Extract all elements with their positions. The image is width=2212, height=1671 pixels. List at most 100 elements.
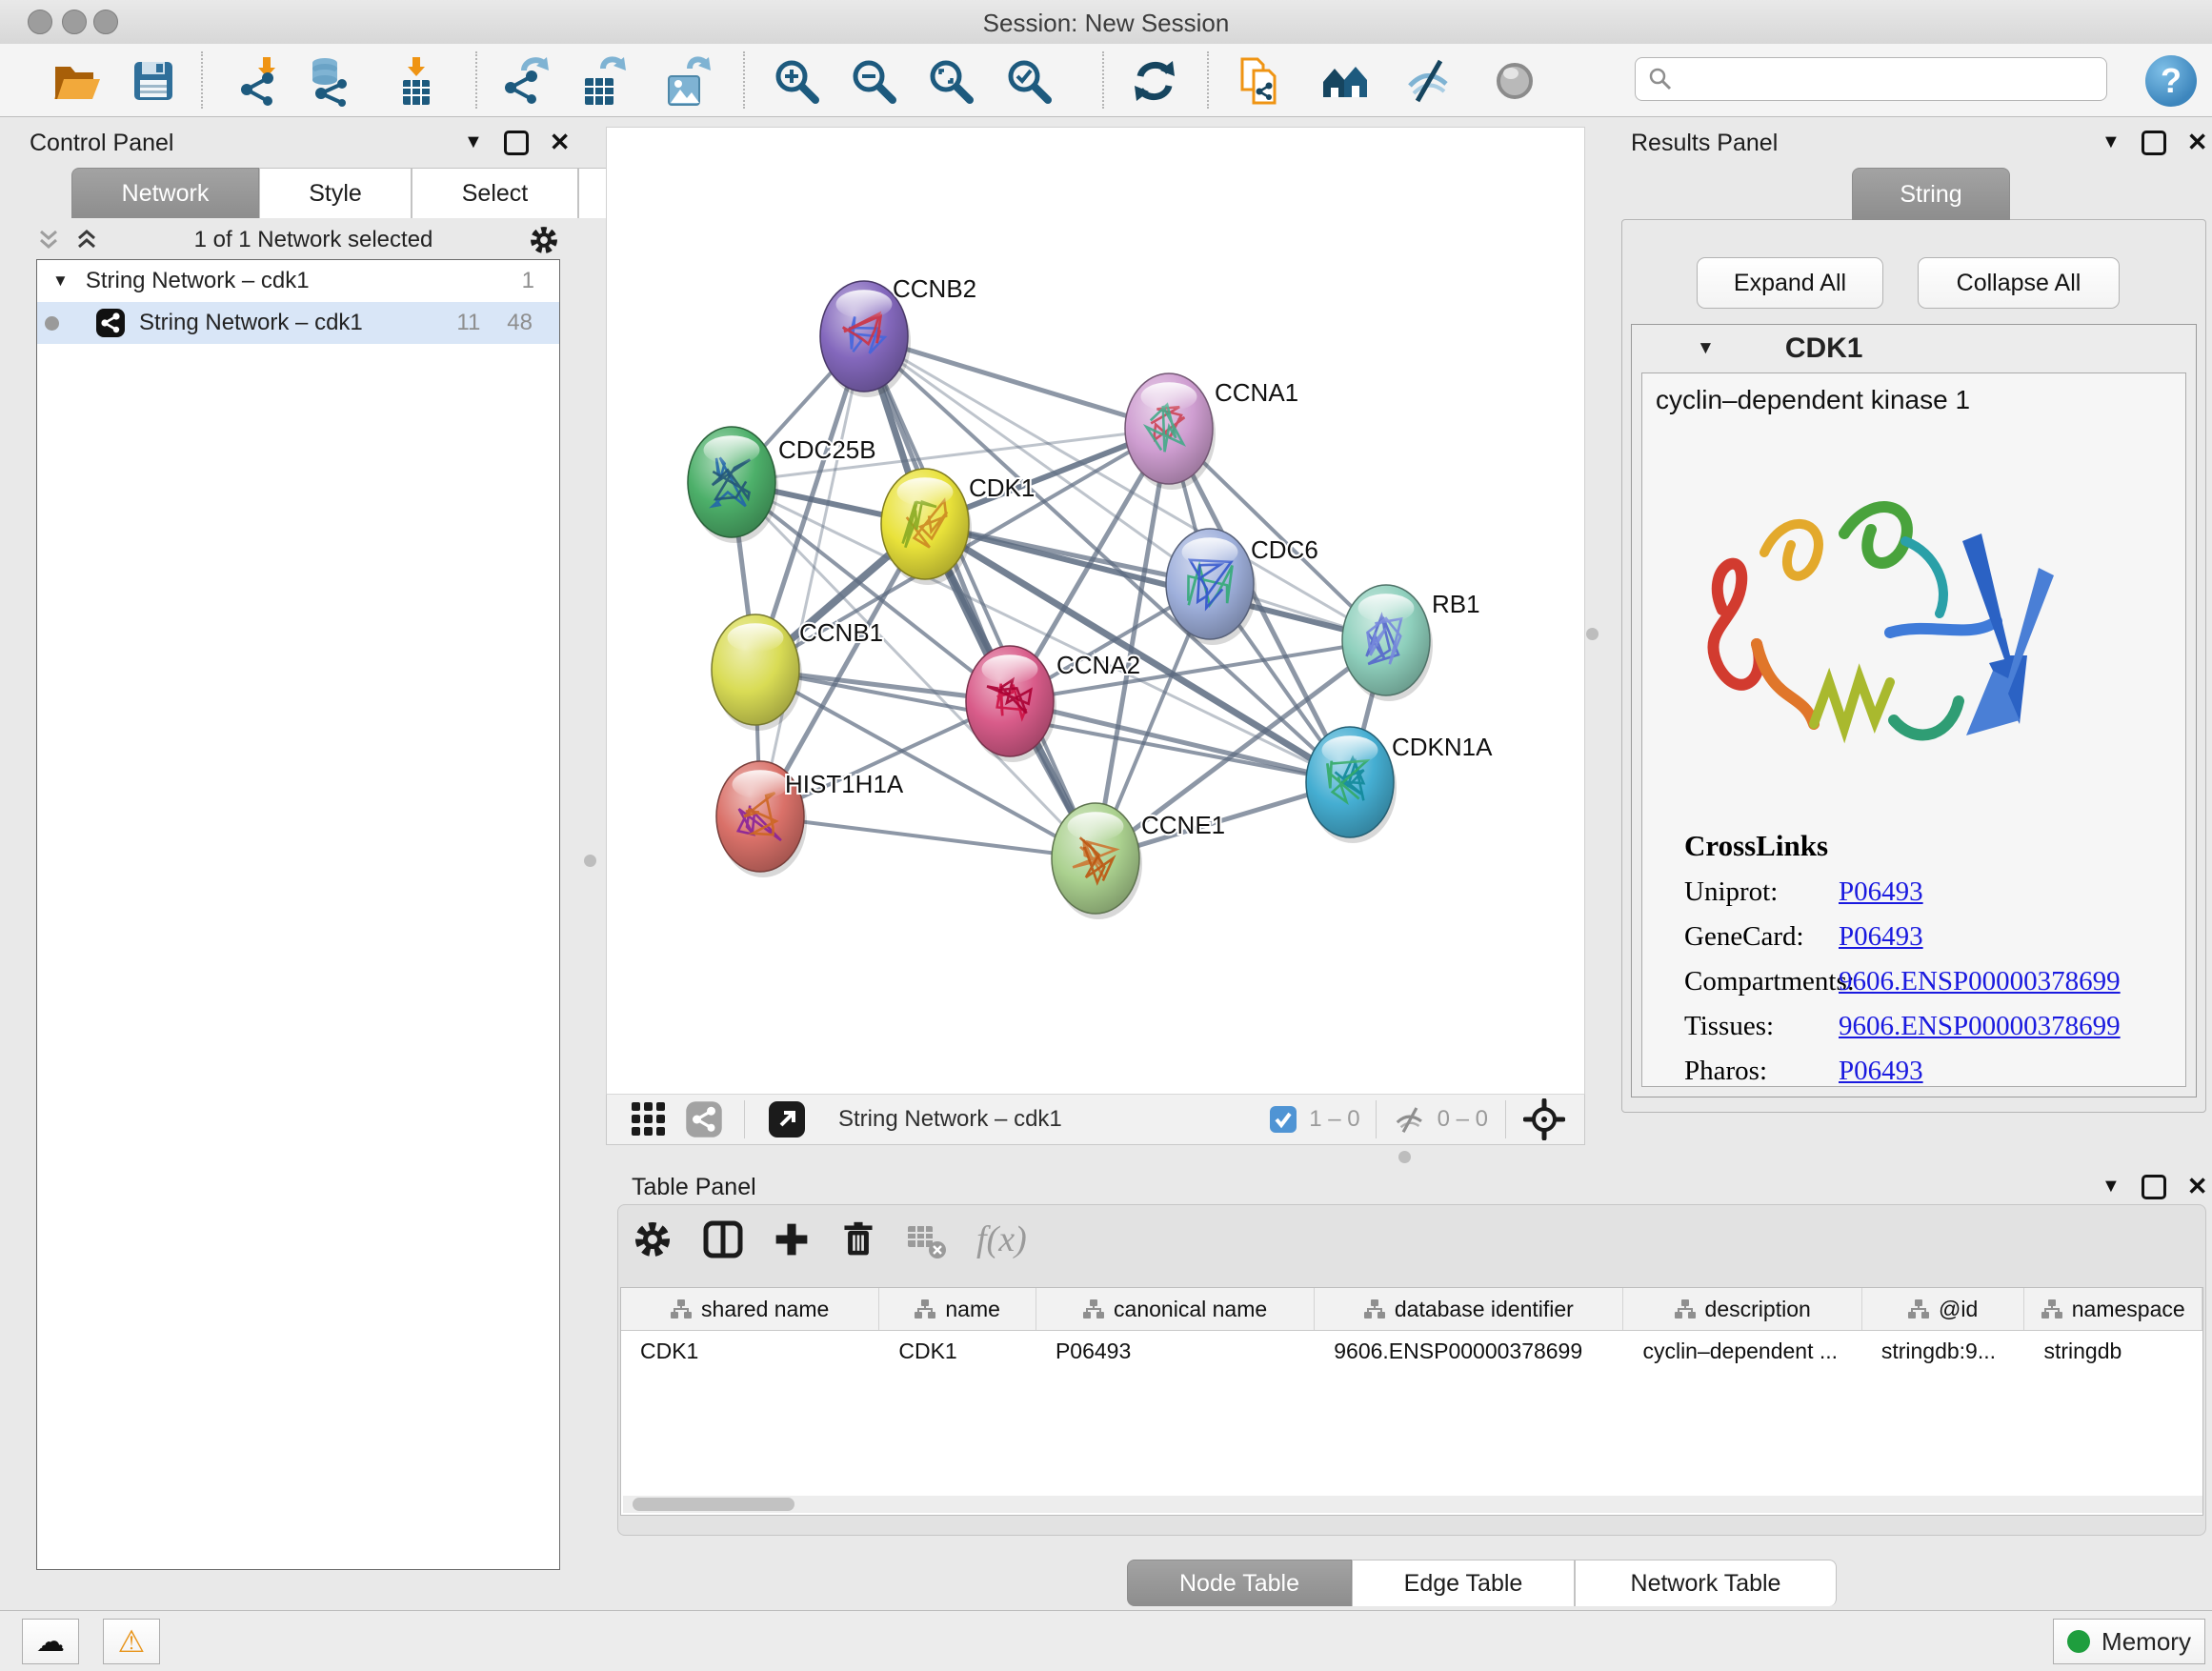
network-node-ccne1[interactable] bbox=[1052, 803, 1142, 919]
zoom-out-icon[interactable] bbox=[847, 54, 900, 108]
save-session-icon[interactable] bbox=[127, 54, 180, 108]
grid-view-icon[interactable] bbox=[630, 1100, 668, 1138]
results-panel-close-icon[interactable]: ✕ bbox=[2187, 128, 2208, 157]
network-node-cdkn1a[interactable] bbox=[1306, 727, 1397, 843]
tree-caret-icon[interactable]: ▼ bbox=[52, 272, 69, 291]
import-network-from-database-icon[interactable] bbox=[305, 54, 358, 108]
network-collection-row[interactable]: ▼ String Network – cdk1 1 bbox=[37, 260, 559, 302]
network-edge[interactable] bbox=[1010, 701, 1350, 782]
table-panel-close-icon[interactable]: ✕ bbox=[2187, 1172, 2208, 1201]
table-cell[interactable]: CDK1 bbox=[879, 1331, 1036, 1371]
crosslink-row: Tissues: 9606.ENSP00000378699 bbox=[1684, 1011, 2121, 1042]
column-header[interactable]: name bbox=[879, 1288, 1036, 1330]
clone-network-icon[interactable] bbox=[1234, 54, 1287, 108]
network-node-ccna2[interactable] bbox=[966, 646, 1056, 762]
crosslink-value-link[interactable]: P06493 bbox=[1839, 876, 1923, 908]
crosslink-value-link[interactable]: 9606.ENSP00000378699 bbox=[1839, 1011, 2121, 1042]
table-panel-float-icon[interactable] bbox=[2142, 1175, 2166, 1199]
tab-select[interactable]: Select bbox=[412, 168, 578, 218]
expand-all-button[interactable]: Expand All bbox=[1697, 257, 1883, 309]
network-node-rb1[interactable] bbox=[1342, 585, 1433, 701]
search-input[interactable] bbox=[1674, 65, 2106, 93]
selected-checkbox-icon[interactable] bbox=[1269, 1105, 1297, 1134]
crosslink-value-link[interactable]: P06493 bbox=[1839, 921, 1923, 953]
collapse-all-icon[interactable] bbox=[36, 230, 61, 251]
help-icon[interactable]: ? bbox=[2145, 55, 2197, 107]
import-table-from-file-icon[interactable] bbox=[390, 54, 443, 108]
gear-icon[interactable] bbox=[528, 224, 560, 256]
table-cell[interactable]: stringdb bbox=[2024, 1331, 2202, 1371]
export-image-icon[interactable] bbox=[660, 54, 714, 108]
export-network-icon[interactable] bbox=[498, 54, 552, 108]
network-edge[interactable] bbox=[760, 816, 1096, 858]
crosslink-value-link[interactable]: P06493 bbox=[1839, 1056, 1923, 1087]
memory-button[interactable]: Memory bbox=[2053, 1619, 2205, 1664]
memory-label: Memory bbox=[2101, 1627, 2191, 1657]
network-node-ccnb1[interactable] bbox=[712, 614, 802, 731]
column-header[interactable]: shared name bbox=[621, 1288, 879, 1330]
control-panel-menu-icon[interactable]: ▼ bbox=[464, 131, 483, 153]
column-header[interactable]: @id bbox=[1862, 1288, 2025, 1330]
crosslink-value-link[interactable]: 9606.ENSP00000378699 bbox=[1839, 966, 2121, 997]
column-header[interactable]: namespace bbox=[2024, 1288, 2202, 1330]
tab-node-table[interactable]: Node Table bbox=[1127, 1560, 1352, 1606]
network-thumbnail-icon[interactable] bbox=[685, 1100, 723, 1138]
right-splitter-handle[interactable] bbox=[1586, 628, 1599, 640]
cdk1-symbol: CDK1 bbox=[1785, 332, 1863, 365]
bottom-splitter-handle[interactable] bbox=[1398, 1151, 1411, 1163]
network-node-cdk1[interactable] bbox=[881, 469, 972, 585]
table-panel-menu-icon[interactable]: ▼ bbox=[2101, 1176, 2121, 1198]
zoom-selected-icon[interactable] bbox=[1002, 54, 1056, 108]
scrollbar-thumb[interactable] bbox=[633, 1498, 794, 1511]
import-network-from-file-icon[interactable] bbox=[234, 54, 288, 108]
column-header[interactable]: description bbox=[1623, 1288, 1861, 1330]
zoom-in-icon[interactable] bbox=[770, 54, 823, 108]
table-cell[interactable]: 9606.ENSP00000378699 bbox=[1315, 1331, 1623, 1371]
tab-network-table[interactable]: Network Table bbox=[1575, 1560, 1837, 1606]
home-icon[interactable] bbox=[1318, 54, 1372, 108]
table-row[interactable]: CDK1CDK1P064939606.ENSP00000378699cyclin… bbox=[621, 1331, 2202, 1371]
control-panel-float-icon[interactable] bbox=[504, 131, 529, 155]
main-toolbar: ? bbox=[0, 44, 2212, 117]
tab-network[interactable]: Network bbox=[71, 168, 259, 218]
export-table-icon[interactable] bbox=[575, 54, 629, 108]
show-graphics-details-icon[interactable] bbox=[1488, 54, 1541, 108]
column-header[interactable]: database identifier bbox=[1315, 1288, 1623, 1330]
add-column-icon[interactable] bbox=[773, 1218, 811, 1260]
cdk1-collapse-icon[interactable]: ▼ bbox=[1697, 338, 1715, 359]
detach-view-icon[interactable] bbox=[768, 1100, 806, 1138]
search-field[interactable] bbox=[1635, 57, 2107, 101]
control-panel-close-icon[interactable]: ✕ bbox=[550, 128, 571, 157]
network-canvas[interactable]: CCNB2CCNA1CDC25BCDK1CDC6RB1CCNB1CCNA2CDK… bbox=[606, 127, 1585, 1096]
show-columns-icon[interactable] bbox=[702, 1218, 744, 1260]
column-type-icon bbox=[1083, 1299, 1104, 1319]
refresh-icon[interactable] bbox=[1128, 54, 1181, 108]
column-header[interactable]: canonical name bbox=[1036, 1288, 1315, 1330]
expand-all-icon[interactable] bbox=[74, 230, 99, 251]
tab-edge-table[interactable]: Edge Table bbox=[1352, 1560, 1575, 1606]
table-cell[interactable]: cyclin–dependent ... bbox=[1623, 1331, 1861, 1371]
open-session-icon[interactable] bbox=[50, 54, 103, 108]
table-cell[interactable]: CDK1 bbox=[621, 1331, 879, 1371]
node-table-header: shared namenamecanonical namedatabase id… bbox=[621, 1288, 2202, 1331]
tab-style[interactable]: Style bbox=[259, 168, 412, 218]
results-panel-menu-icon[interactable]: ▼ bbox=[2101, 131, 2121, 153]
network-node-ccna1[interactable] bbox=[1125, 373, 1216, 490]
left-splitter-handle[interactable] bbox=[584, 855, 596, 867]
birds-eye-view-icon[interactable] bbox=[1523, 1098, 1565, 1140]
warnings-button[interactable]: ⚠ bbox=[103, 1619, 160, 1664]
function-builder-icon: f(x) bbox=[976, 1218, 1027, 1260]
table-cell[interactable]: stringdb:9... bbox=[1862, 1331, 2025, 1371]
node-label: CCNB1 bbox=[799, 618, 883, 647]
horizontal-scrollbar[interactable] bbox=[623, 1496, 2203, 1513]
zoom-fit-content-icon[interactable] bbox=[924, 54, 977, 108]
table-cell[interactable]: P06493 bbox=[1036, 1331, 1315, 1371]
collapse-all-button[interactable]: Collapse All bbox=[1918, 257, 2120, 309]
hide-selected-icon[interactable] bbox=[1403, 54, 1457, 108]
network-row[interactable]: String Network – cdk1 11 48 bbox=[37, 302, 559, 344]
delete-column-icon[interactable] bbox=[839, 1218, 877, 1260]
table-gear-icon[interactable] bbox=[632, 1218, 674, 1260]
cloud-button[interactable]: ☁ bbox=[22, 1619, 79, 1664]
tab-string[interactable]: String bbox=[1852, 168, 2010, 220]
results-panel-float-icon[interactable] bbox=[2142, 131, 2166, 155]
